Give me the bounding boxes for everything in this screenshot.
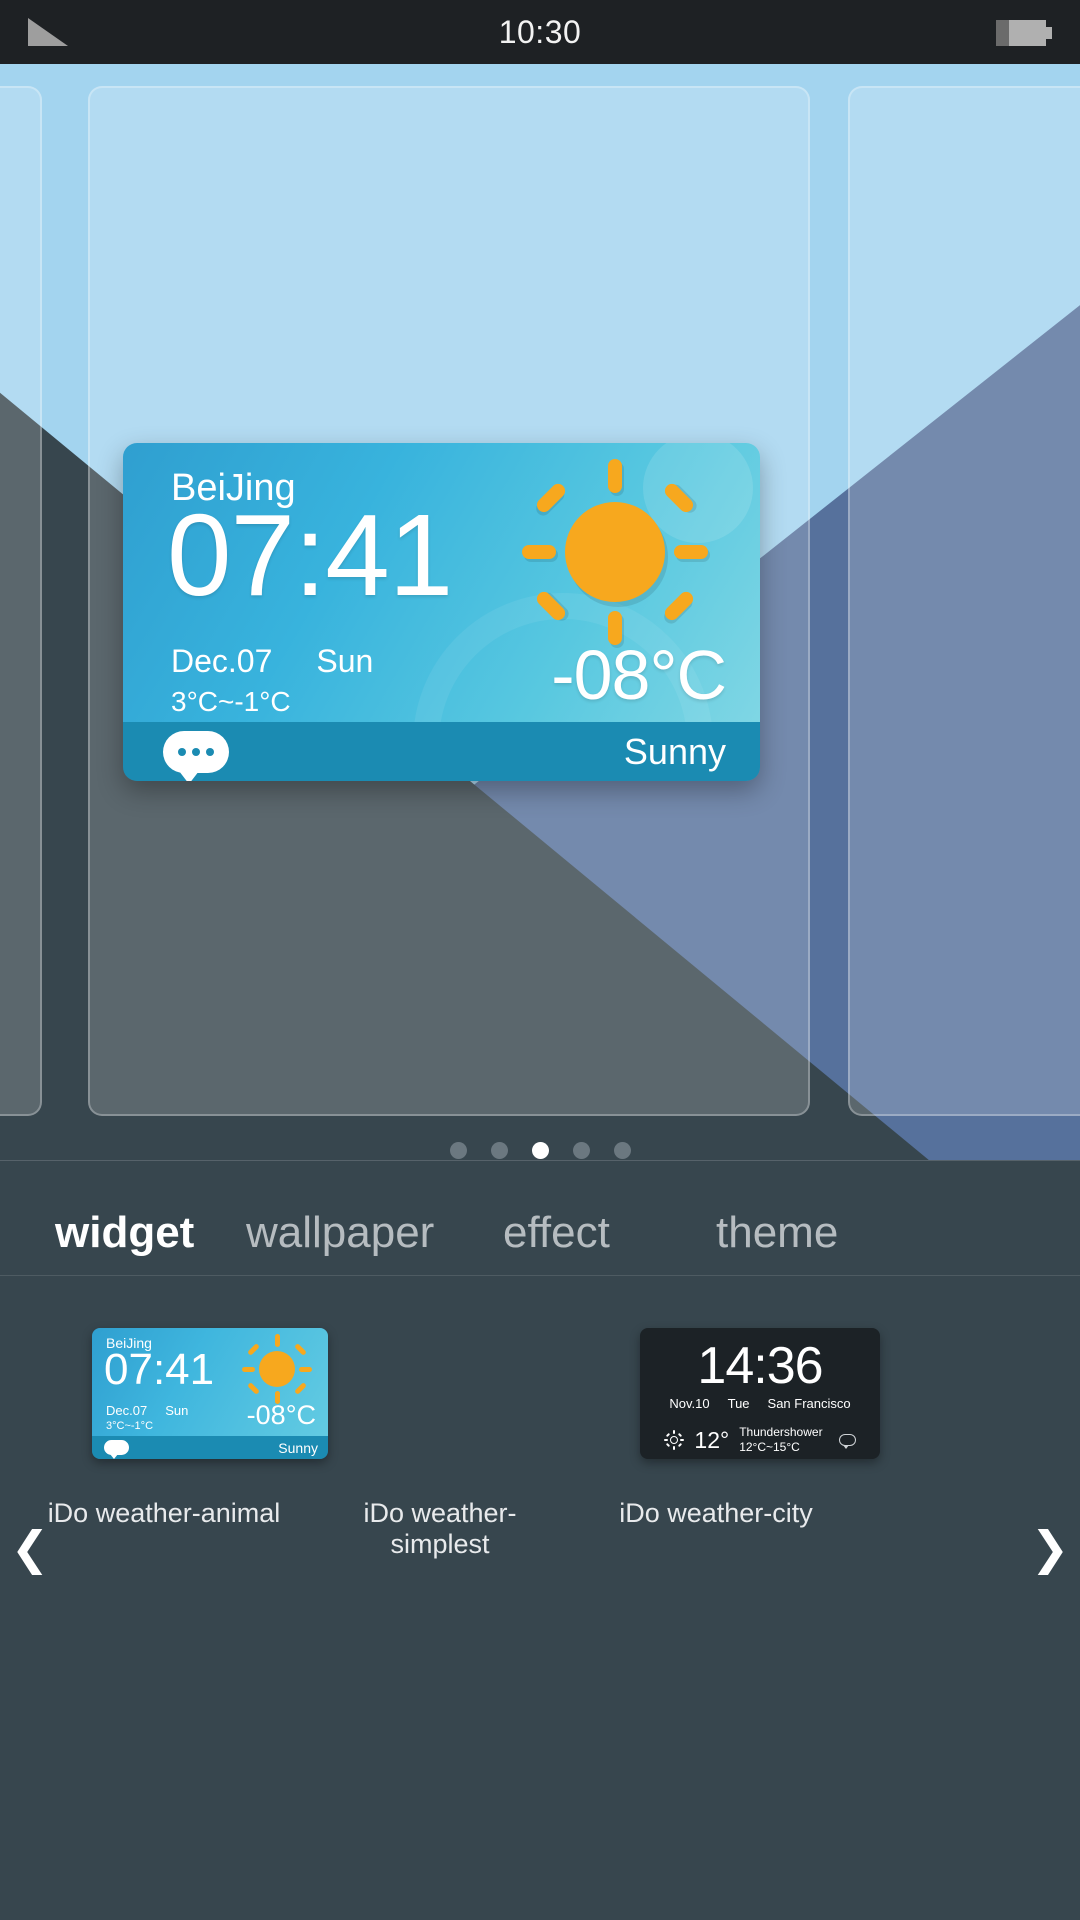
thumb-date: Dec.07 Sun <box>106 1403 188 1418</box>
status-bar: 10:30 <box>0 0 1080 64</box>
page-dot[interactable] <box>572 1142 590 1159</box>
thumb-date: Nov.10 <box>669 1396 710 1411</box>
chevron-left-icon[interactable]: ❮ <box>10 1525 50 1571</box>
panel-divider <box>0 1160 1080 1161</box>
page-indicator[interactable] <box>0 1142 1080 1159</box>
weather-widget-preview[interactable]: BeiJing 07:41 Dec.07Sun 3°C~-1°C -08°C <box>123 443 760 781</box>
page-dot[interactable] <box>613 1142 631 1159</box>
thumb-weather-row: 12° Thundershower 12°C~15°C <box>640 1425 880 1455</box>
widget-carousel[interactable]: ❮ ❯ BeiJing 07:41 Dec.07 Sun 3°C~-1°C -08… <box>0 1328 1080 1728</box>
signal-triangle-icon <box>28 18 72 48</box>
widget-item-label: iDo weather-animal <box>47 1498 281 1528</box>
thumb-time: 14:36 <box>697 1337 823 1395</box>
thumb-date-value: Dec.07 <box>106 1403 148 1418</box>
page-dot-active[interactable] <box>531 1142 549 1159</box>
widget-thumbnail[interactable]: 14:36 Nov.10 Tue San Francisco 12° Thund… <box>640 1328 880 1459</box>
chevron-right-icon[interactable]: ❯ <box>1030 1525 1070 1571</box>
widget-item-label: iDo weather-simplest <box>363 1498 517 1559</box>
weather-widget-body: BeiJing 07:41 Dec.07 Sun 3°C~-1°C -08°C <box>123 443 760 722</box>
thumb-condition-block: Thundershower 12°C~15°C <box>739 1425 822 1455</box>
thumb-weekday: Tue <box>727 1396 750 1411</box>
homescreen-preview[interactable]: BeiJing 07:41 Dec.07Sun 3°C~-1°C -08°C <box>0 64 1080 1160</box>
thumb-weekday: Sun <box>165 1403 189 1418</box>
thumb-condition: Sunny <box>278 1439 318 1456</box>
thumb-temperature: -08°C <box>246 1400 316 1430</box>
speech-bubble-icon <box>104 1440 129 1459</box>
widget-date-value: Dec.07 <box>171 643 273 679</box>
tab-theme[interactable]: theme <box>716 1208 838 1258</box>
speech-bubble-icon <box>838 1434 856 1449</box>
thumb-temperature: 12° <box>694 1426 730 1453</box>
widget-temp-range: 3°C~-1°C <box>171 686 291 717</box>
widget-condition: Sunny <box>623 730 726 772</box>
sun-icon <box>522 459 708 645</box>
battery-icon <box>996 20 1054 46</box>
widget-thumbnail[interactable]: BeiJing 07:41 Dec.07Sun 3°C~-1°C -08°C <box>92 1328 328 1459</box>
tab-bar[interactable]: widget wallpaper effect theme <box>0 1186 1080 1296</box>
thumb-city: San Francisco <box>767 1396 851 1411</box>
tab-widget[interactable]: widget <box>55 1208 194 1258</box>
sun-icon <box>242 1334 312 1404</box>
widget-item-label: iDo weather-city <box>619 1498 813 1528</box>
home-page-right[interactable] <box>848 86 1080 1116</box>
thumb-meta: Nov.10 Tue San Francisco <box>640 1396 880 1411</box>
widget-time: 07:41 <box>167 490 453 620</box>
tab-wallpaper[interactable]: wallpaper <box>246 1208 434 1258</box>
weather-widget-footer[interactable]: Sunny <box>123 722 760 781</box>
thumb-range: 12°C~15°C <box>739 1440 800 1454</box>
widget-date: Dec.07 Sun <box>171 643 373 680</box>
thumb-condition: Thundershower <box>739 1425 823 1439</box>
tab-effect[interactable]: effect <box>503 1208 610 1258</box>
thumb-time: 07:41 <box>104 1345 215 1394</box>
page-dot[interactable] <box>490 1142 508 1159</box>
widget-weekday: Sun <box>316 643 374 679</box>
status-bar-clock: 10:30 <box>498 13 582 50</box>
home-page-left[interactable] <box>0 86 42 1116</box>
page-dot[interactable] <box>449 1142 467 1159</box>
bottom-panel: widget wallpaper effect theme ❮ ❯ BeiJin… <box>0 1160 1080 1920</box>
tab-bar-divider <box>0 1275 1080 1276</box>
speech-bubble-icon[interactable] <box>163 730 229 781</box>
sun-icon <box>664 1430 685 1450</box>
widget-temperature: -08°C <box>551 636 727 714</box>
thumb-range: 3°C~-1°C <box>106 1420 154 1432</box>
